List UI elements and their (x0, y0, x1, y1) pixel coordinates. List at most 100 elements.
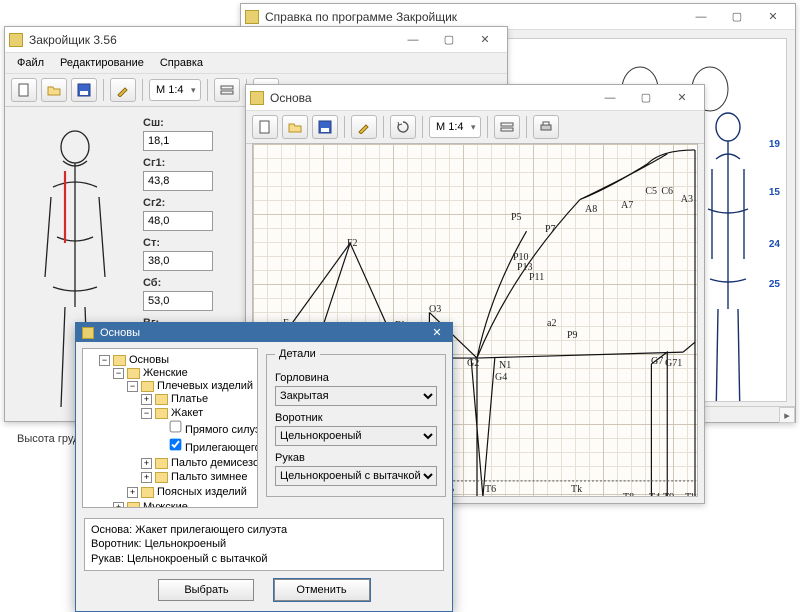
meas-input-sb[interactable] (143, 291, 213, 311)
tree-toggle[interactable]: − (99, 355, 110, 366)
scale-select[interactable]: М 1:4 (149, 79, 201, 101)
layout-icon[interactable] (494, 115, 520, 139)
pattern-point: F2 (347, 238, 358, 249)
details-panel: Детали Горловина Закрытая Воротник Цельн… (266, 348, 446, 508)
pattern-point: A3 (681, 194, 693, 205)
close-button[interactable]: ✕ (467, 27, 503, 53)
pattern-point: G71 (665, 358, 682, 369)
pattern-point: a2 (547, 318, 556, 329)
tree-node[interactable]: Пальто зимнее (171, 471, 247, 483)
minimize-button[interactable]: — (592, 85, 628, 111)
pattern-point: O3 (429, 304, 441, 315)
close-button[interactable]: ✕ (755, 4, 791, 30)
main-titlebar[interactable]: Закройщик 3.56 — ▢ ✕ (5, 27, 507, 53)
layout-icon[interactable] (214, 78, 240, 102)
menu-edit[interactable]: Редактирование (54, 55, 150, 71)
tree-toggle[interactable]: − (127, 381, 138, 392)
new-file-icon[interactable] (252, 115, 278, 139)
folder-icon (141, 381, 154, 392)
close-icon[interactable]: ✕ (428, 326, 446, 339)
tree-leaf[interactable]: Прямого силуэта (185, 424, 258, 436)
scroll-right-icon[interactable]: ▸ (779, 407, 795, 423)
pattern-point: G4 (495, 372, 507, 383)
main-window-title: Закройщик 3.56 (29, 33, 395, 47)
pattern-point: T9 (663, 492, 674, 497)
tree-leaf[interactable]: Прилегающего силуэта (185, 442, 258, 454)
pattern-point: G2 (467, 358, 479, 369)
open-file-icon[interactable] (282, 115, 308, 139)
brush-icon[interactable] (351, 115, 377, 139)
tree-toggle[interactable]: − (141, 408, 152, 419)
meas-label: Сг1: (143, 157, 213, 169)
print-icon[interactable] (533, 115, 559, 139)
pattern-point: C6 (661, 186, 673, 197)
pattern-point: T4 (649, 492, 660, 497)
tree-node[interactable]: Женские (143, 367, 188, 379)
pattern-point: P9 (567, 330, 578, 341)
neck-select[interactable]: Закрытая (275, 386, 437, 406)
tree-node[interactable]: Поясных изделий (157, 486, 247, 498)
scale-select[interactable]: М 1:4 (429, 116, 481, 138)
menu-file[interactable]: Файл (11, 55, 50, 71)
cancel-button[interactable]: Отменить (274, 579, 370, 601)
tree-check-straight[interactable] (170, 421, 182, 433)
open-file-icon[interactable] (41, 78, 67, 102)
tree-toggle[interactable]: + (141, 394, 152, 405)
tree-node[interactable]: Пальто демисезонное (171, 457, 258, 469)
pattern-point: T8 (623, 492, 634, 497)
help-window-title: Справка по программе Закройщик (265, 10, 683, 24)
tree-toggle[interactable]: + (113, 502, 124, 508)
maximize-button[interactable]: ▢ (719, 4, 755, 30)
meas-label: 19 (769, 139, 780, 150)
info-text: Основа: Жакет прилегающего силуэта Ворот… (84, 518, 444, 571)
meas-label: 15 (769, 187, 780, 198)
tree-check-fitted[interactable] (170, 439, 182, 451)
folder-icon (141, 487, 154, 498)
meas-input-sg2[interactable] (143, 211, 213, 231)
folder-icon (155, 408, 168, 419)
sleeve-select[interactable]: Цельнокроеный с вытачкой (275, 466, 437, 486)
tree-node[interactable]: Плечевых изделий (157, 380, 253, 392)
tree-node[interactable]: Основы (129, 354, 169, 366)
meas-label: Сг2: (143, 197, 213, 209)
menu-help[interactable]: Справка (154, 55, 209, 71)
tree-node[interactable]: Мужские (143, 501, 188, 508)
select-button[interactable]: Выбрать (158, 579, 254, 601)
pattern-point: C5 (645, 186, 657, 197)
meas-input-st[interactable] (143, 251, 213, 271)
dialog-titlebar[interactable]: Основы ✕ (76, 323, 452, 342)
close-button[interactable]: ✕ (664, 85, 700, 111)
pattern-point: P5 (511, 212, 522, 223)
tree-toggle[interactable]: − (113, 368, 124, 379)
basis-dialog: Основы ✕ −Основы −Женские −Плечевых изде… (75, 322, 453, 612)
minimize-button[interactable]: — (683, 4, 719, 30)
refresh-icon[interactable] (390, 115, 416, 139)
meas-label: Сб: (143, 277, 213, 289)
folder-icon (155, 394, 168, 405)
collar-select[interactable]: Цельнокроеный (275, 426, 437, 446)
save-file-icon[interactable] (312, 115, 338, 139)
pattern-point: P11 (529, 272, 544, 283)
pattern-point: Tk (571, 484, 582, 495)
meas-input-sg1[interactable] (143, 171, 213, 191)
new-file-icon[interactable] (11, 78, 37, 102)
tree-node[interactable]: Жакет (171, 407, 203, 419)
brush-icon[interactable] (110, 78, 136, 102)
tree-toggle[interactable]: + (127, 487, 138, 498)
app-icon (250, 91, 264, 105)
maximize-button[interactable]: ▢ (431, 27, 467, 53)
folder-icon (127, 368, 140, 379)
minimize-button[interactable]: — (395, 27, 431, 53)
tree-toggle[interactable]: + (141, 472, 152, 483)
pattern-titlebar[interactable]: Основа — ▢ ✕ (246, 85, 704, 111)
maximize-button[interactable]: ▢ (628, 85, 664, 111)
meas-input-ssh[interactable] (143, 131, 213, 151)
tree-node[interactable]: Платье (171, 393, 208, 405)
folder-icon (155, 458, 168, 469)
pattern-point: N1 (499, 360, 511, 371)
pattern-point: G7 (651, 356, 663, 367)
save-file-icon[interactable] (71, 78, 97, 102)
scale-value: М 1:4 (436, 121, 464, 133)
tree-toggle[interactable]: + (141, 458, 152, 469)
basis-tree[interactable]: −Основы −Женские −Плечевых изделий +Плат… (82, 348, 258, 508)
